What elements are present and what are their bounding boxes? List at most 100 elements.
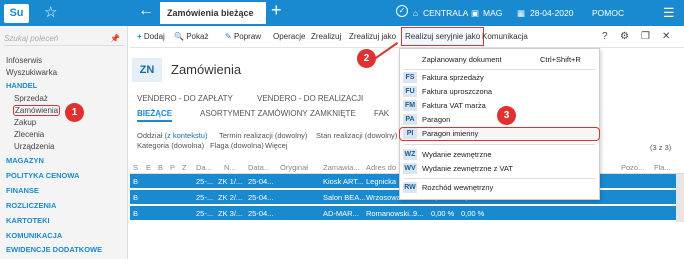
tab-vendero-realizacji[interactable]: VENDERO - DO REALIZACJI <box>257 94 363 103</box>
menu-item-label: Paragon imienny <box>422 129 479 138</box>
cell-data-wyst: 25-04... <box>248 209 274 218</box>
filter-stan[interactable]: Stan realizacji (dowolny) <box>316 131 397 140</box>
operations-button[interactable]: Operacje <box>273 32 305 41</box>
realize-as-button[interactable]: Zrealizuj jako <box>349 32 396 41</box>
sidebar: Szukaj poleceń 📌 Infoserwis Wyszukiwarka… <box>0 26 128 259</box>
communication-button[interactable]: Komunikacja <box>482 32 528 41</box>
cell-pct1: 0,00 % <box>431 209 455 218</box>
col-b[interactable]: B <box>158 163 163 172</box>
tab-biezace[interactable]: BIEŻĄCE <box>137 109 173 122</box>
sidebar-item-zamowienia[interactable]: Zamówienia <box>12 105 61 116</box>
check-circle-icon[interactable]: ✓ <box>396 5 408 17</box>
col-z[interactable]: Z <box>182 163 187 172</box>
menu-separator <box>404 178 595 179</box>
pin-icon[interactable]: 📌 <box>110 32 120 46</box>
col-flaga[interactable]: Fla... <box>654 163 671 172</box>
menu-item-rw[interactable]: RW Rozchód wewnętrzny <box>400 182 599 194</box>
sidebar-item-infoserwis[interactable]: Infoserwis <box>6 56 42 65</box>
sidebar-item-zakup[interactable]: Zakup <box>14 118 36 127</box>
filter-kategoria[interactable]: Kategoria (dowolna) <box>137 141 204 150</box>
date-label[interactable]: 28-04-2020 <box>530 8 573 18</box>
menu-item-fu[interactable]: FU Faktura uproszczona <box>400 86 599 98</box>
menu-item-wz[interactable]: WZ Wydanie zewnętrzne <box>400 149 599 161</box>
warehouse-icon[interactable]: ▣ <box>471 8 479 19</box>
add-label: Dodaj <box>143 32 165 41</box>
back-arrow-icon[interactable]: ← <box>138 2 154 20</box>
sidebar-header-finanse[interactable]: FINANSE <box>6 186 39 195</box>
tab-fak[interactable]: FAK <box>374 109 389 118</box>
record-count: (3 z 3) <box>650 143 672 152</box>
search-input[interactable]: Szukaj poleceń 📌 <box>4 32 124 46</box>
calendar-icon[interactable]: ▦ <box>517 8 525 19</box>
help-label[interactable]: POMOC <box>592 8 624 18</box>
menu-item-wv[interactable]: WV Wydanie zewnętrzne z VAT <box>400 163 599 175</box>
window-restore-icon[interactable]: ❐ <box>641 31 650 42</box>
col-zamawiajacy[interactable]: Zamawia... <box>323 163 360 172</box>
col-oryginal[interactable]: Oryginał <box>280 163 308 172</box>
col-data-wyst[interactable]: Data... <box>248 163 270 172</box>
realize-button[interactable]: Zrealizuj <box>311 32 341 41</box>
col-data[interactable]: Da... <box>196 163 212 172</box>
filter-wiecej[interactable]: Więcej <box>265 141 288 150</box>
cell-b: B <box>133 193 139 202</box>
doc-code-badge: WZ <box>403 149 417 160</box>
sidebar-header-magazyn[interactable]: MAGAZYN <box>6 156 44 165</box>
gear-icon[interactable]: ⚙ <box>620 31 629 42</box>
sidebar-header-polityka-cenowa[interactable]: POLITYKA CENOWA <box>6 171 79 180</box>
sidebar-item-wyszukiwarka[interactable]: Wyszukiwarka <box>6 68 57 77</box>
sidebar-item-urzadzenia[interactable]: Urządzenia <box>14 142 54 151</box>
cell-numer: ZK 1/... <box>218 177 243 186</box>
new-tab-plus-icon[interactable]: + <box>271 0 282 21</box>
col-numer[interactable]: N... <box>224 163 236 172</box>
sidebar-header-komunikacja[interactable]: KOMUNIKACJA <box>6 231 62 240</box>
help-question-button[interactable]: ? <box>602 31 608 42</box>
sidebar-header-rozliczenia[interactable]: ROZLICZENIA <box>6 201 56 210</box>
cell-b: B <box>133 209 139 218</box>
annotation-marker-2: 2 <box>357 49 376 68</box>
add-button[interactable]: + Dodaj <box>137 32 165 41</box>
document-tab[interactable]: Zamówienia bieżące <box>160 2 266 24</box>
col-pozostalo[interactable]: Pozo... <box>621 163 644 172</box>
tab-vendero-zaplaty[interactable]: VENDERO - DO ZAPŁATY <box>137 94 233 103</box>
cell-data: 25-... <box>196 193 214 202</box>
sidebar-item-zlecenia[interactable]: Zlecenia <box>14 130 44 139</box>
doc-code-badge: FS <box>403 72 417 83</box>
app-logo[interactable]: Su <box>4 4 29 23</box>
col-p[interactable]: P <box>170 163 175 172</box>
filter-flaga[interactable]: Flaga (dowolna) <box>210 141 264 150</box>
show-button[interactable]: 🔍 Pokaż <box>174 32 208 41</box>
sidebar-item-sprzedaz[interactable]: Sprzedaż <box>14 94 48 103</box>
table-row[interactable]: B 25-... ZK 3/... 25-04... AD-MAR... Rom… <box>130 206 676 220</box>
menu-item-pi[interactable]: PI Paragon imienny <box>399 127 600 141</box>
doc-code-badge: WV <box>403 163 417 174</box>
col-adres[interactable]: Adres do <box>366 163 396 172</box>
sidebar-header-ewidencje[interactable]: EWIDENCJE DODATKOWE <box>6 245 102 254</box>
fix-button[interactable]: ✎ Popraw <box>225 32 261 41</box>
cell-zamawiajacy: AD-MAR... <box>323 209 359 218</box>
home-icon[interactable]: ⌂ <box>413 8 418 18</box>
mag-label[interactable]: MAG <box>483 8 502 18</box>
cell-zamawiajacy: Kiosk ART... <box>323 177 364 186</box>
doc-code-badge: RW <box>403 182 417 193</box>
cell-adres: Legnicka <box>366 177 397 186</box>
doc-code-badge: PA <box>403 114 417 125</box>
sidebar-header-handel[interactable]: HANDEL <box>6 81 37 90</box>
col-s[interactable]: S <box>133 163 138 172</box>
menu-item-zaplanowany[interactable]: Zaplanowany dokument Ctrl+Shift+R <box>400 54 599 66</box>
vertical-scrollbar[interactable] <box>676 174 684 222</box>
centrala-label[interactable]: CENTRALA <box>423 8 468 18</box>
tab-zamkniete[interactable]: ZAMKNIĘTE <box>310 109 356 118</box>
menu-separator <box>404 144 595 145</box>
sidebar-header-kartoteki[interactable]: KARTOTEKI <box>6 216 50 225</box>
cell-extra: 9... <box>413 209 424 218</box>
realize-serial-as-button[interactable]: Realizuj seryjnie jako <box>400 27 485 46</box>
filter-oddzial[interactable]: Oddział (z kontekstu) <box>137 131 207 140</box>
hamburger-menu-icon[interactable]: ☰ <box>663 5 675 21</box>
tab-asortyment[interactable]: ASORTYMENT ZAMÓWIONY <box>200 109 308 118</box>
menu-item-fs[interactable]: FS Faktura sprzedaży <box>400 72 599 84</box>
favorites-star-icon[interactable]: ☆ <box>44 3 57 21</box>
close-icon[interactable]: ✕ <box>662 31 670 42</box>
cell-numer: ZK 2/... <box>218 193 243 202</box>
filter-termin[interactable]: Termin realizacji (dowolny) <box>219 131 307 140</box>
col-e[interactable]: E <box>146 163 151 172</box>
